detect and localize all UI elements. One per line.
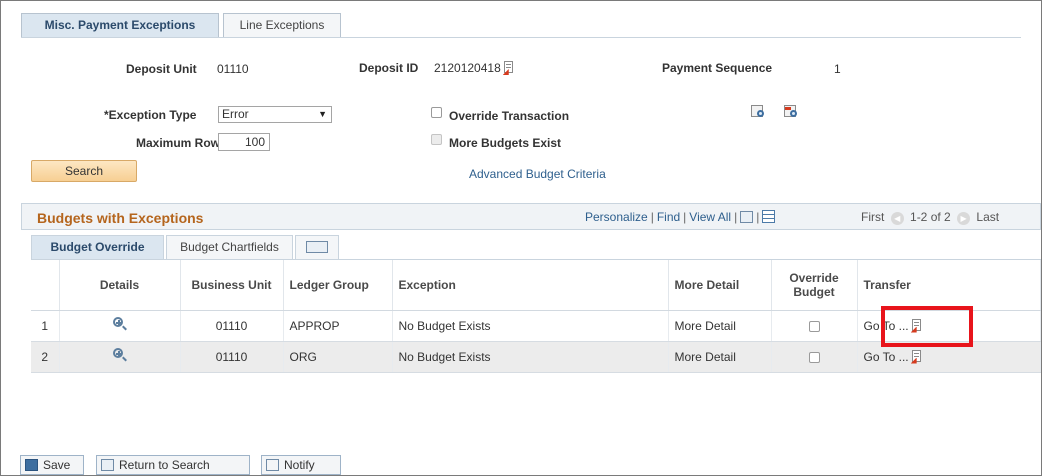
exception-type-select[interactable]: Error ▼ (218, 106, 332, 123)
tab-divider (21, 37, 1021, 38)
tab-misc-payment-exceptions[interactable]: Misc. Payment Exceptions (21, 13, 219, 38)
column-header: Override Budget (771, 260, 858, 311)
grid-nav-links: Personalize | Find | View All | | (585, 210, 776, 224)
transfer-highlight-box (881, 306, 973, 347)
deposit-id-text: 2120120418 (434, 61, 501, 75)
override-budget-checkbox[interactable] (808, 320, 820, 332)
column-header: More Detail (668, 260, 772, 311)
column-header: Business Unit (180, 260, 284, 311)
override-transaction-checkbox[interactable] (431, 107, 442, 118)
notify-icon (266, 459, 279, 471)
column-header: Exception (392, 260, 669, 311)
go-to-link[interactable]: Go To ... (864, 350, 909, 364)
payment-sequence-value: 1 (834, 62, 841, 76)
find-link[interactable]: Find (657, 210, 680, 224)
notify-label: Notify (284, 458, 315, 472)
ledger-group-cell: APPROP (283, 310, 393, 342)
show-all-columns-icon (306, 241, 328, 253)
budget-override-inquiry-icon[interactable] (783, 104, 801, 120)
notify-button[interactable]: Notify (261, 455, 341, 475)
row-range: 1-2 of 2 (910, 210, 951, 224)
maximum-rows-input[interactable]: 100 (218, 133, 270, 151)
more-detail-link[interactable]: More Detail (668, 341, 772, 373)
tab-label: Budget Override (50, 240, 145, 254)
details-zoom-icon[interactable] (112, 348, 127, 362)
go-to-report-icon[interactable] (910, 349, 923, 364)
column-header: Ledger Group (283, 260, 393, 311)
exception-cell: No Budget Exists (392, 341, 669, 373)
override-budget-cell (771, 341, 858, 373)
details-zoom-icon[interactable] (112, 317, 127, 331)
more-detail-link[interactable]: More Detail (668, 310, 772, 342)
save-label: Save (43, 458, 71, 472)
maximum-rows-label: Maximum Rows (136, 136, 227, 150)
exception-type-label: *Exception Type (104, 108, 197, 122)
personalize-link[interactable]: Personalize (585, 210, 648, 224)
tab-line-exceptions[interactable]: Line Exceptions (223, 13, 341, 37)
advanced-budget-criteria-link[interactable]: Advanced Budget Criteria (469, 167, 606, 181)
dropdown-caret-icon: ▼ (318, 109, 327, 119)
more-budgets-exist-checkbox (431, 134, 442, 145)
next-arrow-icon[interactable]: ▶ (957, 212, 971, 225)
grid-title: Budgets with Exceptions (37, 210, 204, 226)
column-header: Transfer (857, 260, 1041, 311)
row-number: 1 (31, 310, 60, 342)
tab-budget-override[interactable]: Budget Override (31, 235, 164, 260)
override-budget-checkbox[interactable] (808, 351, 820, 363)
last-label: Last (976, 210, 1000, 224)
report-icon[interactable] (502, 61, 515, 75)
payment-sequence-label: Payment Sequence (662, 61, 773, 75)
previous-arrow-icon[interactable]: ◀ (890, 212, 904, 225)
deposit-id-value: 2120120418 (434, 61, 515, 75)
search-button[interactable]: Search (31, 160, 137, 182)
tab-label: Misc. Payment Exceptions (44, 18, 196, 32)
deposit-unit-label: Deposit Unit (126, 62, 197, 76)
zoom-grid-icon[interactable] (740, 211, 754, 223)
return-to-search-label: Return to Search (119, 458, 210, 472)
more-budgets-exist-label: More Budgets Exist (449, 136, 562, 150)
budget-inquiry-icon[interactable] (750, 104, 768, 120)
ledger-group-cell: ORG (283, 341, 393, 373)
show-all-columns-tab[interactable] (295, 235, 339, 259)
save-button[interactable]: Save (20, 455, 84, 475)
details-cell (59, 341, 181, 373)
override-transaction-label: Override Transaction (449, 109, 570, 123)
tab-label: Budget Chartfields (180, 240, 279, 254)
grid-header: Budgets with Exceptions Personalize | Find… (21, 203, 1041, 230)
row-number: 2 (31, 341, 60, 373)
business-unit-cell: 01110 (180, 341, 284, 373)
save-icon (25, 459, 38, 471)
tab-budget-chartfields[interactable]: Budget Chartfields (166, 235, 293, 259)
tab-label: Line Exceptions (239, 18, 325, 32)
deposit-unit-value: 01110 (217, 62, 249, 76)
view-all-link[interactable]: View All (689, 210, 731, 224)
details-cell (59, 310, 181, 342)
return-to-search-button[interactable]: Return to Search (96, 455, 250, 475)
download-excel-icon[interactable] (762, 210, 776, 223)
row-number-header (31, 260, 60, 311)
deposit-id-label: Deposit ID (359, 61, 419, 75)
grid-pagination: First ◀ 1-2 of 2 ▶ Last (861, 210, 999, 225)
exception-type-value: Error (222, 107, 249, 121)
exception-cell: No Budget Exists (392, 310, 669, 342)
first-label: First (861, 210, 885, 224)
return-to-search-icon (101, 459, 114, 471)
override-budget-cell (771, 310, 858, 342)
business-unit-cell: 01110 (180, 310, 284, 342)
column-header: Details (59, 260, 181, 311)
